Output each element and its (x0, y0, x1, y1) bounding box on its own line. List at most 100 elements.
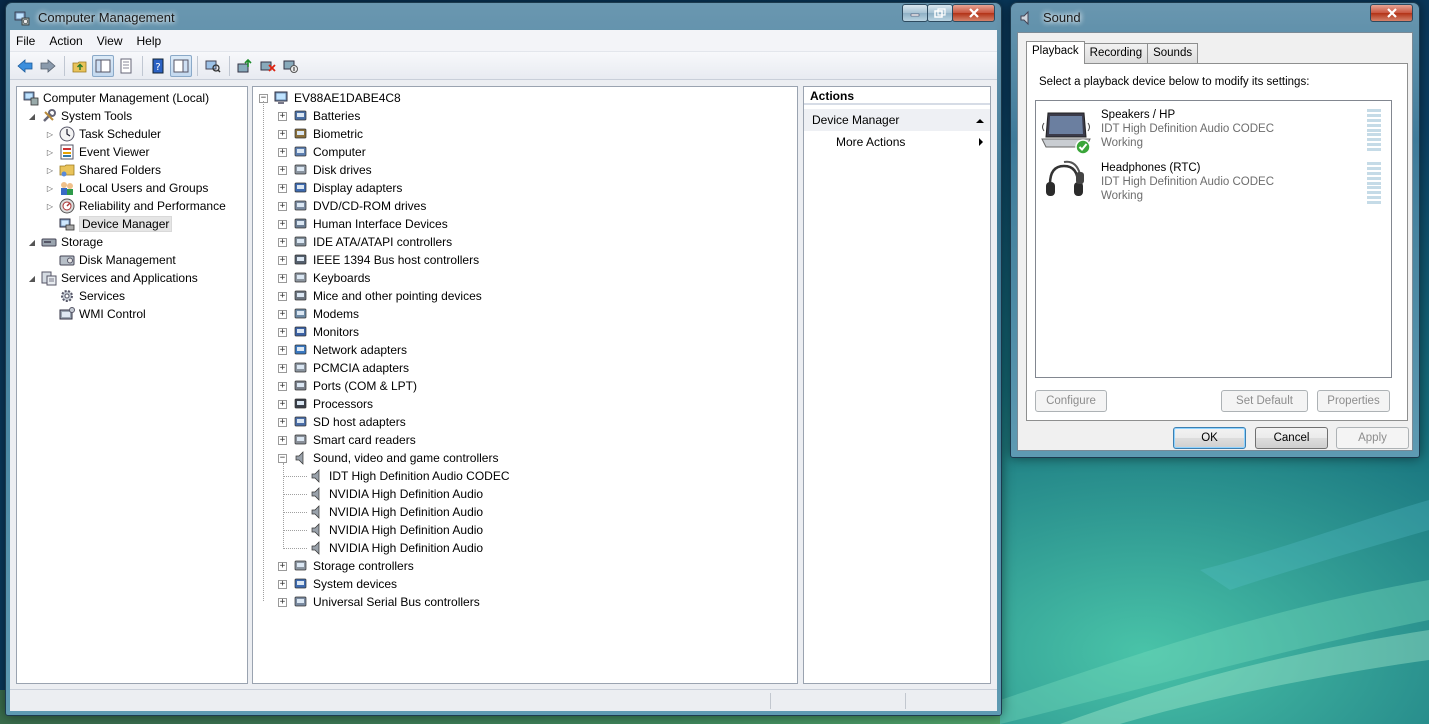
expand-box-icon[interactable]: + (278, 219, 287, 229)
device-category-item[interactable]: + Display adapters (278, 179, 402, 197)
collapse-arrow-icon[interactable]: ◢ (27, 237, 37, 247)
expand-box-icon[interactable]: + (278, 309, 287, 319)
tree-item-root[interactable]: Computer Management (Local) (23, 89, 209, 107)
configure-button[interactable]: Configure (1035, 390, 1107, 412)
device-category-item[interactable]: + Ports (COM & LPT) (278, 377, 417, 395)
help-button[interactable]: ? (147, 55, 169, 77)
device-category-item[interactable]: + IEEE 1394 Bus host controllers (278, 251, 479, 269)
expand-box-icon[interactable]: + (278, 597, 287, 607)
device-category-item[interactable]: + Storage controllers (278, 557, 414, 575)
apply-button[interactable]: Apply (1336, 427, 1409, 449)
collapse-arrow-icon[interactable]: ◢ (27, 273, 37, 283)
collapse-box-icon[interactable]: − (278, 453, 287, 463)
menu-view[interactable]: View (91, 34, 131, 48)
tab-sounds[interactable]: Sounds (1147, 43, 1199, 63)
device-category-item[interactable]: + System devices (278, 575, 397, 593)
expand-box-icon[interactable]: + (278, 291, 287, 301)
playback-device-item[interactable]: Headphones (RTC) IDT High Definition Aud… (1036, 160, 1391, 212)
expand-arrow-icon[interactable]: ▷ (45, 183, 55, 193)
expand-box-icon[interactable]: + (278, 183, 287, 193)
expand-box-icon[interactable]: + (278, 201, 287, 211)
expand-arrow-icon[interactable]: ▷ (45, 147, 55, 157)
up-one-level-button[interactable] (69, 55, 91, 77)
device-category-item[interactable]: + Monitors (278, 323, 359, 341)
properties-button[interactable]: Properties (1317, 390, 1390, 412)
menu-file[interactable]: File (10, 34, 43, 48)
uninstall-button[interactable] (257, 55, 279, 77)
maximize-button[interactable] (927, 4, 953, 22)
tree-item-device-manager[interactable]: Device Manager (59, 215, 173, 233)
tree-item-system-tools[interactable]: ◢ System Tools (27, 107, 132, 125)
scan-hardware-button[interactable] (202, 55, 224, 77)
device-category-item[interactable]: + Smart card readers (278, 431, 416, 449)
back-button[interactable] (14, 55, 36, 77)
tree-item-task-scheduler[interactable]: ▷ Task Scheduler (45, 125, 161, 143)
tree-item-services-apps[interactable]: ◢ Services and Applications (27, 269, 198, 287)
more-actions-item[interactable]: More Actions (836, 135, 986, 149)
sound-device-item[interactable]: NVIDIA High Definition Audio (309, 485, 483, 503)
sound-device-item[interactable]: NVIDIA High Definition Audio (309, 539, 483, 557)
device-category-item[interactable]: + Modems (278, 305, 359, 323)
expand-box-icon[interactable]: + (278, 273, 287, 283)
cancel-button[interactable]: Cancel (1255, 427, 1328, 449)
device-category-item[interactable]: + Network adapters (278, 341, 407, 359)
properties-button[interactable] (115, 55, 137, 77)
expand-box-icon[interactable]: + (278, 237, 287, 247)
sound-title-bar[interactable]: Sound (1011, 3, 1419, 31)
tab-playback[interactable]: Playback (1026, 41, 1085, 64)
expand-box-icon[interactable]: + (278, 345, 287, 355)
tree-item-local-users[interactable]: ▷ Local Users and Groups (45, 179, 208, 197)
device-category-item[interactable]: + Batteries (278, 107, 360, 125)
expand-box-icon[interactable]: + (278, 399, 287, 409)
sound-device-item[interactable]: NVIDIA High Definition Audio (309, 503, 483, 521)
disable-button[interactable] (280, 55, 302, 77)
expand-box-icon[interactable]: + (278, 417, 287, 427)
expand-box-icon[interactable]: + (278, 165, 287, 175)
device-category-item[interactable]: + Mice and other pointing devices (278, 287, 482, 305)
expand-box-icon[interactable]: + (278, 561, 287, 571)
tree-item-wmi-control[interactable]: WMI Control (59, 305, 146, 323)
tab-recording[interactable]: Recording (1083, 43, 1149, 63)
title-bar[interactable]: Computer Management (6, 3, 1001, 31)
device-category-item[interactable]: + Human Interface Devices (278, 215, 448, 233)
forward-button[interactable] (37, 55, 59, 77)
device-category-item[interactable]: + IDE ATA/ATAPI controllers (278, 233, 452, 251)
actions-section-device-manager[interactable]: Device Manager (804, 109, 990, 131)
menu-action[interactable]: Action (43, 34, 90, 48)
device-category-item[interactable]: + Universal Serial Bus controllers (278, 593, 480, 611)
expand-box-icon[interactable]: + (278, 255, 287, 265)
update-driver-button[interactable] (234, 55, 256, 77)
device-category-item[interactable]: − Sound, video and game controllers (278, 449, 498, 467)
expand-box-icon[interactable]: + (278, 147, 287, 157)
expand-box-icon[interactable]: + (278, 327, 287, 337)
ok-button[interactable]: OK (1173, 427, 1246, 449)
set-default-button[interactable]: Set Default (1221, 390, 1308, 412)
expand-box-icon[interactable]: + (278, 363, 287, 373)
tree-item-disk-management[interactable]: Disk Management (59, 251, 176, 269)
collapse-arrow-icon[interactable]: ◢ (27, 111, 37, 121)
expand-arrow-icon[interactable]: ▷ (45, 165, 55, 175)
device-category-item[interactable]: + Computer (278, 143, 366, 161)
minimize-button[interactable] (902, 4, 928, 22)
tree-item-services[interactable]: Services (59, 287, 125, 305)
expand-box-icon[interactable]: + (278, 381, 287, 391)
expand-box-icon[interactable]: + (278, 579, 287, 589)
device-category-item[interactable]: + Biometric (278, 125, 363, 143)
collapse-up-icon[interactable] (976, 118, 984, 124)
sound-device-item[interactable]: IDT High Definition Audio CODEC (309, 467, 510, 485)
playback-device-item[interactable]: Speakers / HP IDT High Definition Audio … (1036, 107, 1391, 159)
tree-item-shared-folders[interactable]: ▷ Shared Folders (45, 161, 161, 179)
expand-arrow-icon[interactable]: ▷ (45, 129, 55, 139)
show-hide-console-tree-button[interactable] (92, 54, 114, 77)
device-category-item[interactable]: + Processors (278, 395, 373, 413)
close-button[interactable] (1370, 4, 1413, 22)
device-category-item[interactable]: + Keyboards (278, 269, 370, 287)
menu-help[interactable]: Help (131, 34, 170, 48)
tree-item-reliability[interactable]: ▷ Reliability and Performance (45, 197, 226, 215)
expand-box-icon[interactable]: + (278, 111, 287, 121)
tree-item-storage[interactable]: ◢ Storage (27, 233, 103, 251)
device-category-item[interactable]: + PCMCIA adapters (278, 359, 409, 377)
device-tree-root[interactable]: − EV88AE1DABE4C8 (259, 89, 401, 107)
expand-box-icon[interactable]: + (278, 129, 287, 139)
close-button[interactable] (952, 4, 995, 22)
